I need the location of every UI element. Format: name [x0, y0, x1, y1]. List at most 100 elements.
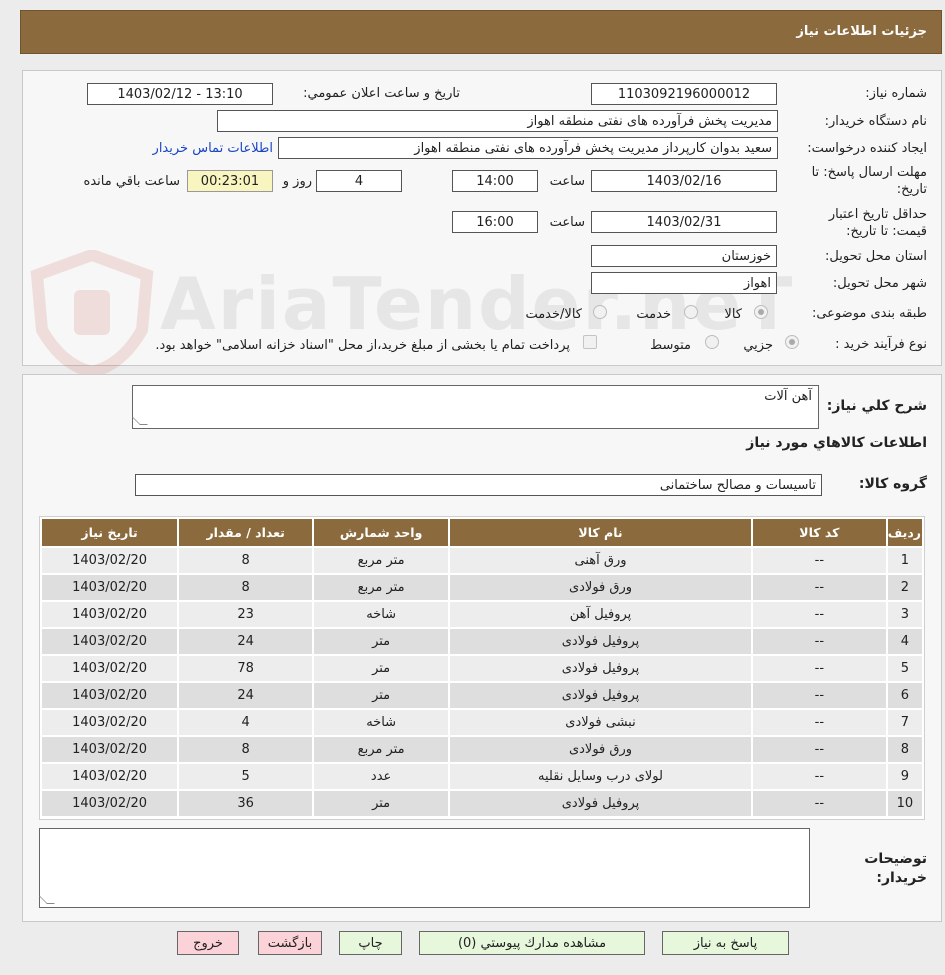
table-row: 3 -- پروفیل آهن شاخه 23 1403/02/20: [39, 600, 925, 629]
print-button[interactable]: چاپ: [339, 931, 402, 955]
purchase-type-radio-medium[interactable]: [705, 335, 719, 349]
category-radio-goods[interactable]: [754, 305, 768, 319]
purchase-type-radio-minor[interactable]: [785, 335, 799, 349]
cell-item-code: --: [750, 654, 888, 683]
cell-item-name: پروفیل آهن: [448, 600, 753, 629]
cell-need-date: 1403/02/20: [39, 708, 180, 737]
cell-row-number: 8: [885, 735, 925, 764]
cell-unit: متر مربع: [312, 573, 451, 602]
table-row: 9 -- لولای درب وسایل نقلیه عدد 5 1403/02…: [39, 762, 925, 791]
cell-row-number: 1: [885, 546, 925, 575]
cell-need-date: 1403/02/20: [39, 681, 180, 710]
cell-item-name: لولای درب وسایل نقلیه: [448, 762, 753, 791]
need-number-field: 1103092196000012: [591, 83, 777, 105]
city-label: شهر محل تحویل:: [832, 276, 927, 291]
cell-item-code: --: [750, 600, 888, 629]
requester-label: ایجاد کننده درخواست:: [807, 141, 927, 156]
cell-item-name: پروفیل فولادی: [448, 654, 753, 683]
cell-row-number: 7: [885, 708, 925, 737]
remaining-days-label: روز و: [282, 174, 312, 189]
cell-row-number: 4: [885, 627, 925, 656]
table-row: 7 -- نبشی فولادی شاخه 4 1403/02/20: [39, 708, 925, 737]
cell-unit: متر: [312, 681, 451, 710]
price-validity-date: 1403/02/31: [591, 211, 777, 233]
table-row: 4 -- پروفیل فولادی متر 24 1403/02/20: [39, 627, 925, 656]
price-validity-time-label: ساعت: [549, 215, 585, 230]
cell-need-date: 1403/02/20: [39, 735, 180, 764]
province-label: استان محل تحویل:: [825, 249, 927, 264]
category-radio-goods-service[interactable]: [593, 305, 607, 319]
col-header-unit: واحد شمارش: [312, 517, 451, 548]
table-row: 8 -- ورق فولادی متر مربع 8 1403/02/20: [39, 735, 925, 764]
col-header-need-date: تاریخ نیاز: [39, 517, 180, 548]
cell-item-name: ورق فولادی: [448, 735, 753, 764]
cell-need-date: 1403/02/20: [39, 627, 180, 656]
resize-handle-icon[interactable]: [39, 896, 55, 904]
treasury-checkbox[interactable]: [583, 335, 597, 349]
cell-unit: متر مربع: [312, 735, 451, 764]
cell-unit: متر: [312, 654, 451, 683]
back-button[interactable]: بازگشت: [258, 931, 322, 955]
cell-item-code: --: [750, 762, 888, 791]
table-row: 5 -- پروفیل فولادی متر 78 1403/02/20: [39, 654, 925, 683]
col-header-quantity: تعداد / مقدار: [177, 517, 315, 548]
cell-unit: متر: [312, 627, 451, 656]
category-option-goods: کالا: [724, 307, 742, 322]
city-field: اهواز: [591, 272, 777, 294]
cell-quantity: 4: [177, 708, 315, 737]
cell-item-code: --: [750, 573, 888, 602]
col-header-item-code: کد کالا: [750, 517, 888, 548]
view-attachments-button[interactable]: مشاهده مدارك پيوستي (0): [419, 931, 645, 955]
cell-quantity: 8: [177, 546, 315, 575]
cell-unit: متر مربع: [312, 546, 451, 575]
category-option-goods-service: کالا/خدمت: [525, 307, 582, 322]
cell-quantity: 36: [177, 789, 315, 818]
items-table: رديف کد کالا نام کالا واحد شمارش تعداد /…: [39, 517, 925, 818]
reply-deadline-date: 1403/02/16: [591, 170, 777, 192]
cell-row-number: 3: [885, 600, 925, 629]
exit-button[interactable]: خروج: [177, 931, 239, 955]
cell-need-date: 1403/02/20: [39, 789, 180, 818]
cell-item-name: ورق فولادی: [448, 573, 753, 602]
page-header: جزئیات اطلاعات نیاز: [20, 10, 942, 54]
price-validity-time: 16:00: [452, 211, 538, 233]
buyer-org-label: نام دستگاه خريدار:: [824, 114, 927, 129]
cell-item-code: --: [750, 627, 888, 656]
table-row: 2 -- ورق فولادی متر مربع 8 1403/02/20: [39, 573, 925, 602]
cell-item-name: پروفیل فولادی: [448, 789, 753, 818]
summary-text: آهن آلات: [764, 389, 812, 404]
resize-handle-icon[interactable]: [132, 417, 148, 425]
cell-row-number: 9: [885, 762, 925, 791]
reply-deadline-time: 14:00: [452, 170, 538, 192]
cell-unit: متر: [312, 789, 451, 818]
page-title: جزئیات اطلاعات نیاز: [796, 24, 927, 39]
table-header-row: رديف کد کالا نام کالا واحد شمارش تعداد /…: [39, 517, 925, 548]
remaining-days-field: 4: [316, 170, 402, 192]
cell-item-code: --: [750, 546, 888, 575]
summary-textarea[interactable]: آهن آلات: [132, 385, 819, 429]
cell-row-number: 5: [885, 654, 925, 683]
category-radio-service[interactable]: [684, 305, 698, 319]
cell-unit: عدد: [312, 762, 451, 791]
cell-item-code: --: [750, 735, 888, 764]
cell-need-date: 1403/02/20: [39, 546, 180, 575]
cell-quantity: 8: [177, 735, 315, 764]
category-label: طبقه بندی موضوعی:: [811, 306, 927, 321]
summary-label: شرح کلي نیاز:: [826, 398, 927, 414]
table-row: 6 -- پروفیل فولادی متر 24 1403/02/20: [39, 681, 925, 710]
cell-item-name: پروفیل فولادی: [448, 627, 753, 656]
cell-item-code: --: [750, 708, 888, 737]
reply-to-need-button[interactable]: پاسخ به نیاز: [662, 931, 789, 955]
cell-quantity: 24: [177, 681, 315, 710]
items-table-wrapper: رديف کد کالا نام کالا واحد شمارش تعداد /…: [39, 516, 925, 820]
buyer-contact-link[interactable]: اطلاعات تماس خریدار: [153, 141, 273, 156]
goods-group-label: گروه کالا:: [858, 476, 927, 492]
cell-item-name: پروفیل فولادی: [448, 681, 753, 710]
cell-quantity: 8: [177, 573, 315, 602]
buyer-notes-textarea[interactable]: [39, 828, 810, 908]
cell-row-number: 6: [885, 681, 925, 710]
cell-item-code: --: [750, 681, 888, 710]
purchase-type-option-medium: متوسط: [650, 338, 691, 353]
cell-quantity: 24: [177, 627, 315, 656]
buyer-notes-label: توضیحات خریدار:: [864, 851, 927, 886]
